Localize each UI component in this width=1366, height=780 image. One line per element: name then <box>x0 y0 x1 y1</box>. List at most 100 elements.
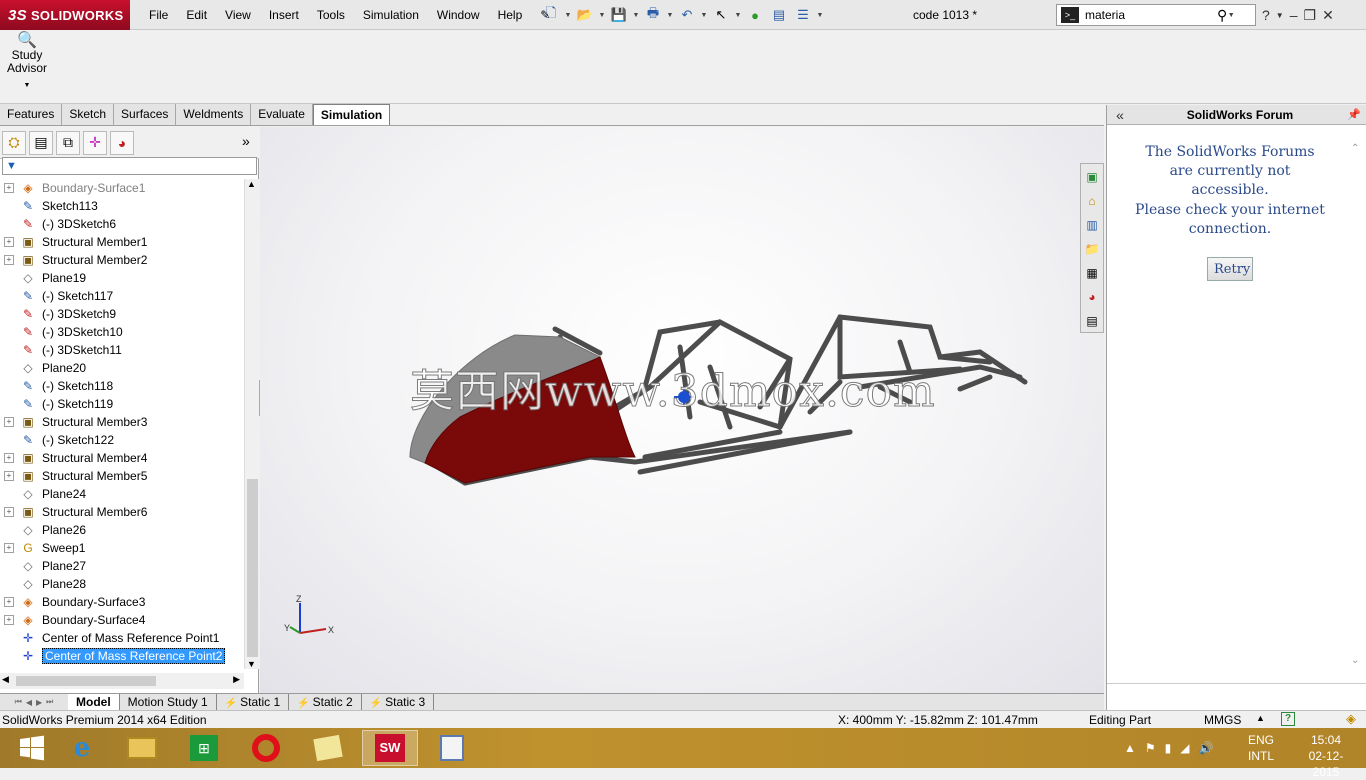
collapse-pane-icon[interactable]: « <box>1107 107 1133 123</box>
menu-file[interactable]: File <box>140 0 177 30</box>
system-clock[interactable]: 15:04 02-12-2015 <box>1296 732 1356 780</box>
tab-static-3[interactable]: ⚡ Static 3 <box>362 694 435 710</box>
last-tab-icon[interactable]: ⏭ <box>46 697 53 707</box>
section-view-icon[interactable]: ◧ <box>601 127 619 128</box>
design-library-icon[interactable]: ▥ <box>1081 214 1103 236</box>
tree-item[interactable]: ✎ (-) Sketch117 <box>0 287 244 305</box>
menu-tools[interactable]: Tools <box>308 0 354 30</box>
tree-item[interactable]: + ▣ Structural Member6 <box>0 503 244 521</box>
tree-item[interactable]: + ▣ Structural Member3 <box>0 413 244 431</box>
forum-scrollbar[interactable]: ⌃ ⌄ <box>1347 127 1365 683</box>
file-explorer-pane-icon[interactable]: 📁 <box>1081 238 1103 260</box>
options-icon[interactable]: ☰ <box>792 4 814 26</box>
unit-system-arrow-icon[interactable]: ▲ <box>1256 713 1265 723</box>
start-button[interactable] <box>4 730 60 766</box>
expand-icon[interactable]: + <box>4 471 14 481</box>
tree-item[interactable]: ✎ (-) Sketch119 <box>0 395 244 413</box>
open-dropdown-icon[interactable]: ▼ <box>598 12 606 19</box>
scroll-down-icon[interactable]: ▼ <box>247 659 256 669</box>
expand-icon[interactable]: + <box>4 417 14 427</box>
help-icon[interactable]: ? <box>1262 7 1270 23</box>
input-language[interactable]: ENG INTL <box>1248 732 1274 764</box>
new-dropdown-icon[interactable]: ▼ <box>564 12 572 19</box>
tree-item[interactable]: + ◈ Boundary-Surface3 <box>0 593 244 611</box>
menu-help[interactable]: Help <box>489 0 532 30</box>
rebuild-traffic-light-icon[interactable]: ● <box>744 4 766 26</box>
scroll-left-icon[interactable]: ◀ <box>2 674 9 685</box>
tree-item[interactable]: + ◈ Boundary-Surface1 <box>0 179 244 197</box>
forum-scroll-down-icon[interactable]: ⌄ <box>1351 655 1359 666</box>
property-manager-tab-icon[interactable]: ▤ <box>29 130 53 155</box>
solidworks-taskbar-icon[interactable]: SW <box>362 730 418 766</box>
tree-item[interactable]: ✎ (-) Sketch122 <box>0 431 244 449</box>
save-icon[interactable]: 💾 <box>608 4 630 26</box>
tree-item[interactable]: ◇ Plane20 <box>0 359 244 377</box>
tree-item[interactable]: ✎ (-) 3DSketch11 <box>0 341 244 359</box>
expand-icon[interactable]: + <box>4 237 14 247</box>
rebuild-message-icon[interactable]: ◈ <box>1346 711 1356 727</box>
tree-item[interactable]: + ◈ Boundary-Surface4 <box>0 611 244 629</box>
opera-icon[interactable] <box>238 730 294 766</box>
quick-tips-icon[interactable]: ? <box>1281 712 1295 726</box>
help-dropdown-icon[interactable]: ▼ <box>1276 11 1284 20</box>
tree-item[interactable]: + ▣ Structural Member2 <box>0 251 244 269</box>
open-folder-icon[interactable]: 📂 <box>574 4 596 26</box>
tree-item[interactable]: ◇ Plane27 <box>0 557 244 575</box>
expand-icon[interactable]: + <box>4 597 14 607</box>
forum-scroll-up-icon[interactable]: ⌃ <box>1351 143 1359 154</box>
restore-icon[interactable]: ❐ <box>1304 7 1317 24</box>
undo-icon[interactable]: ↶ <box>676 4 698 26</box>
presentation-icon[interactable] <box>424 730 480 766</box>
minimize-icon[interactable]: – <box>1290 7 1298 23</box>
study-advisor-button[interactable]: 🔍 Study Advisor ▼ <box>4 33 50 100</box>
view-orientation-icon[interactable]: ▨ <box>624 127 642 128</box>
feature-manager-tab-icon[interactable]: ⛭ <box>2 130 26 155</box>
hide-show-items-icon[interactable]: ◎ <box>670 127 688 128</box>
apply-scene-icon[interactable]: ✿ <box>716 127 734 128</box>
pin-pane-icon[interactable]: 📌 <box>1347 108 1366 121</box>
expand-icon[interactable]: + <box>4 183 14 193</box>
save-dropdown-icon[interactable]: ▼ <box>632 12 640 19</box>
tab-surfaces[interactable]: Surfaces <box>114 104 177 125</box>
menu-insert[interactable]: Insert <box>260 0 308 30</box>
tree-vertical-scrollbar[interactable]: ▲ ▼ <box>244 179 259 669</box>
custom-properties-icon[interactable]: ▤ <box>1081 310 1103 332</box>
internet-explorer-icon[interactable]: e <box>54 730 110 766</box>
zoom-to-area-icon[interactable]: ⌖ <box>555 127 573 128</box>
action-center-flag-icon[interactable]: ⚑ <box>1145 741 1156 755</box>
solidworks-logo[interactable]: 3S SOLIDWORKS <box>0 0 130 30</box>
volume-icon[interactable]: 🔊 <box>1199 741 1214 755</box>
file-properties-icon[interactable]: ▤ <box>768 4 790 26</box>
tree-item[interactable]: ✛ Center of Mass Reference Point2 <box>0 647 244 665</box>
tree-item[interactable]: ✎ Sketch113 <box>0 197 244 215</box>
print-dropdown-icon[interactable]: ▼ <box>666 12 674 19</box>
forum-icon[interactable]: ▣ <box>1081 166 1103 188</box>
view-palette-icon[interactable]: ▦ <box>1081 262 1103 284</box>
expand-icon[interactable]: + <box>4 507 14 517</box>
next-tab-icon[interactable]: ▶ <box>36 698 42 707</box>
tree-item[interactable]: ✎ (-) 3DSketch10 <box>0 323 244 341</box>
show-hidden-icons-icon[interactable]: ▲ <box>1124 741 1136 755</box>
store-icon[interactable]: ⊞ <box>176 730 232 766</box>
tab-static-2[interactable]: ⚡ Static 2 <box>289 694 362 710</box>
graphics-viewport[interactable]: 莫西网www.3dmox.com ⌕⌖↩◧▨▣◎◕✿▤ ▯ ▭ – ❐ ✕ ▣ … <box>260 127 1104 693</box>
tree-item[interactable]: ◇ Plane19 <box>0 269 244 287</box>
close-icon[interactable]: ✕ <box>1322 7 1334 24</box>
previous-view-icon[interactable]: ↩ <box>578 127 596 128</box>
prev-tab-icon[interactable]: ◀ <box>26 698 32 707</box>
tab-sketch[interactable]: Sketch <box>62 104 115 125</box>
command-search-icon[interactable]: >_ <box>1061 7 1079 23</box>
tree-item[interactable]: ✎ (-) Sketch118 <box>0 377 244 395</box>
tab-simulation[interactable]: Simulation <box>312 104 391 125</box>
tree-item[interactable]: + G Sweep1 <box>0 539 244 557</box>
menu-simulation[interactable]: Simulation <box>354 0 428 30</box>
expand-icon[interactable]: + <box>4 453 14 463</box>
first-tab-icon[interactable]: ⏮ <box>15 697 22 707</box>
display-style-icon[interactable]: ▣ <box>647 127 665 128</box>
retry-button[interactable]: Retry <box>1207 257 1253 281</box>
tab-static-1[interactable]: ⚡ Static 1 <box>217 694 290 710</box>
menu-edit[interactable]: Edit <box>177 0 216 30</box>
select-dropdown-icon[interactable]: ▼ <box>734 12 742 19</box>
home-icon[interactable]: ⌂ <box>1081 190 1103 212</box>
configuration-manager-tab-icon[interactable]: ⧉ <box>56 130 80 155</box>
